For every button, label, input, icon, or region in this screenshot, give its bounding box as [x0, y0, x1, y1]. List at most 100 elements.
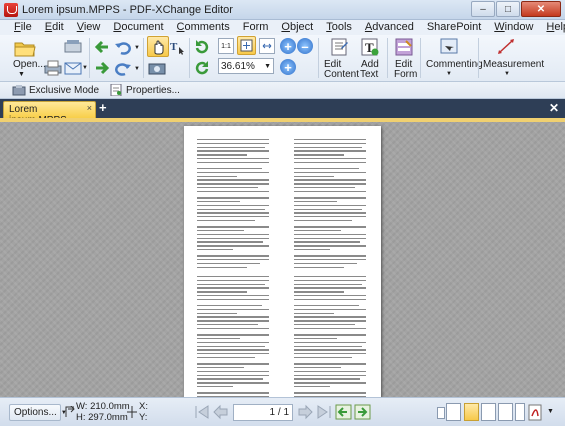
actual-size-icon[interactable]: 1:1 — [218, 38, 234, 54]
menu-tools[interactable]: Tools — [326, 20, 352, 35]
exclusive-mode-button[interactable]: Exclusive Mode — [12, 84, 99, 96]
zoom-dropdown-icon[interactable]: ▼ — [264, 63, 271, 70]
edit-form-icon[interactable] — [394, 37, 414, 57]
undo-dropdown-icon[interactable]: ▼ — [134, 43, 140, 54]
measurement-dropdown-icon[interactable]: ▼ — [504, 69, 510, 80]
page-text-line — [197, 142, 269, 145]
page-text-line — [197, 363, 269, 365]
email-icon[interactable] — [63, 59, 83, 77]
open-dropdown-icon[interactable]: ▼ — [18, 69, 25, 80]
facing-view-icon[interactable] — [481, 403, 496, 421]
page-text-line — [294, 327, 366, 330]
options-button[interactable]: Options... ▼ — [9, 404, 67, 421]
page-text-line — [197, 245, 269, 247]
text-column-bottom-left — [197, 276, 269, 407]
single-page-small-icon[interactable] — [437, 407, 445, 419]
zoom-tool-icon[interactable]: + — [280, 59, 296, 75]
page-text-line — [197, 316, 269, 318]
page-text-line — [197, 337, 241, 340]
tab-lorem-ipsum[interactable]: Lorem ipsum.MPPS × — [3, 101, 96, 126]
page-text-line — [294, 382, 366, 384]
document-page[interactable] — [184, 126, 381, 406]
menu-sharepoint[interactable]: SharePoint — [427, 20, 481, 35]
page-text-line — [197, 248, 233, 251]
zoom-out-icon[interactable]: – — [297, 38, 313, 54]
page-text-line — [197, 219, 255, 222]
measurement-label[interactable]: Measurement — [483, 59, 544, 70]
redo-icon[interactable] — [113, 59, 133, 77]
cursor-y-value: Y: — [139, 412, 148, 423]
menu-help[interactable]: Help — [546, 20, 565, 35]
menu-window[interactable]: Window — [494, 20, 533, 35]
fit-page-icon[interactable] — [237, 36, 256, 55]
window-title: Lorem ipsum.MPPS - PDF-XChange Editor — [22, 3, 233, 16]
menu-view[interactable]: View — [77, 20, 101, 35]
document-viewport[interactable] — [0, 118, 565, 406]
page-text-line — [197, 283, 266, 285]
next-page-icon[interactable] — [297, 404, 314, 420]
menu-file[interactable]: File — [14, 20, 32, 35]
continuous-view-icon[interactable] — [464, 403, 479, 421]
redo-dropdown-icon[interactable]: ▼ — [134, 64, 140, 75]
page-text-line — [294, 255, 366, 257]
commenting-icon[interactable] — [438, 37, 460, 57]
email-dropdown-icon[interactable]: ▼ — [82, 63, 88, 74]
tab-close-icon[interactable]: × — [87, 103, 92, 113]
measurement-icon[interactable] — [495, 37, 517, 57]
single-page-view-icon[interactable] — [446, 403, 461, 421]
first-page-icon[interactable] — [193, 404, 210, 420]
print-icon[interactable] — [43, 59, 63, 77]
page-text-line — [197, 161, 269, 164]
new-tab-icon[interactable]: + — [99, 101, 107, 115]
menu-object[interactable]: Object — [281, 20, 313, 35]
hand-tool-icon[interactable] — [147, 36, 169, 57]
menu-document[interactable]: Document — [113, 20, 163, 35]
fit-width-icon[interactable] — [259, 38, 275, 54]
maximize-button[interactable]: □ — [496, 1, 520, 17]
split-view-icon[interactable] — [515, 403, 525, 421]
pdf-export-icon[interactable] — [528, 404, 544, 421]
page-number-field[interactable]: 1 / 1 — [233, 404, 293, 421]
previous-view-icon[interactable] — [335, 404, 352, 420]
page-text-line — [197, 233, 269, 236]
menu-advanced[interactable]: Advanced — [365, 20, 414, 35]
menu-comments[interactable]: Comments — [177, 20, 230, 35]
rotate-back-icon[interactable] — [193, 59, 211, 77]
zoom-in-icon[interactable]: + — [280, 38, 296, 54]
undo-icon[interactable] — [113, 38, 133, 56]
page-text-line — [294, 308, 366, 311]
commenting-label[interactable]: Commenting — [426, 59, 483, 70]
continuous-facing-view-icon[interactable] — [498, 403, 513, 421]
properties-button[interactable]: Properties... — [109, 84, 180, 96]
select-text-icon[interactable]: T — [168, 38, 186, 56]
snapshot-icon[interactable] — [147, 59, 167, 77]
rotate-view-icon[interactable] — [193, 38, 211, 56]
forward-view-icon[interactable] — [93, 59, 111, 77]
menu-edit[interactable]: Edit — [45, 20, 64, 35]
page-text-line — [294, 345, 363, 347]
main-toolbar: Open... ▼ ▼ ▼ ▼ T 1:1 36.61% ▼ + – + Edi… — [0, 35, 565, 82]
statusbar-dropdown-icon[interactable]: ▼ — [547, 408, 554, 415]
add-text-label-2[interactable]: Text — [360, 69, 378, 80]
back-view-icon[interactable] — [93, 38, 111, 56]
page-text-line — [294, 259, 366, 261]
edit-content-label-2[interactable]: Content — [324, 69, 359, 80]
close-window-button[interactable]: ✕ — [521, 1, 561, 17]
page-text-line — [197, 190, 269, 193]
page-text-line — [197, 237, 269, 239]
commenting-dropdown-icon[interactable]: ▼ — [446, 69, 452, 80]
add-text-icon[interactable]: T — [360, 37, 380, 57]
edit-content-icon[interactable] — [328, 37, 350, 57]
zoom-level-field[interactable]: 36.61% ▼ — [218, 58, 274, 74]
menu-form[interactable]: Form — [243, 20, 269, 35]
close-all-tabs-icon[interactable]: ✕ — [549, 101, 559, 115]
minimize-button[interactable]: – — [471, 1, 495, 17]
next-view-icon[interactable] — [354, 404, 371, 420]
edit-form-label-2[interactable]: Form — [394, 69, 417, 80]
open-folder-icon[interactable] — [13, 38, 37, 58]
page-text-line — [294, 291, 345, 293]
scanner-icon[interactable] — [63, 38, 83, 54]
last-page-icon[interactable] — [316, 404, 333, 420]
properties-icon — [110, 84, 122, 96]
previous-page-icon[interactable] — [212, 404, 229, 420]
